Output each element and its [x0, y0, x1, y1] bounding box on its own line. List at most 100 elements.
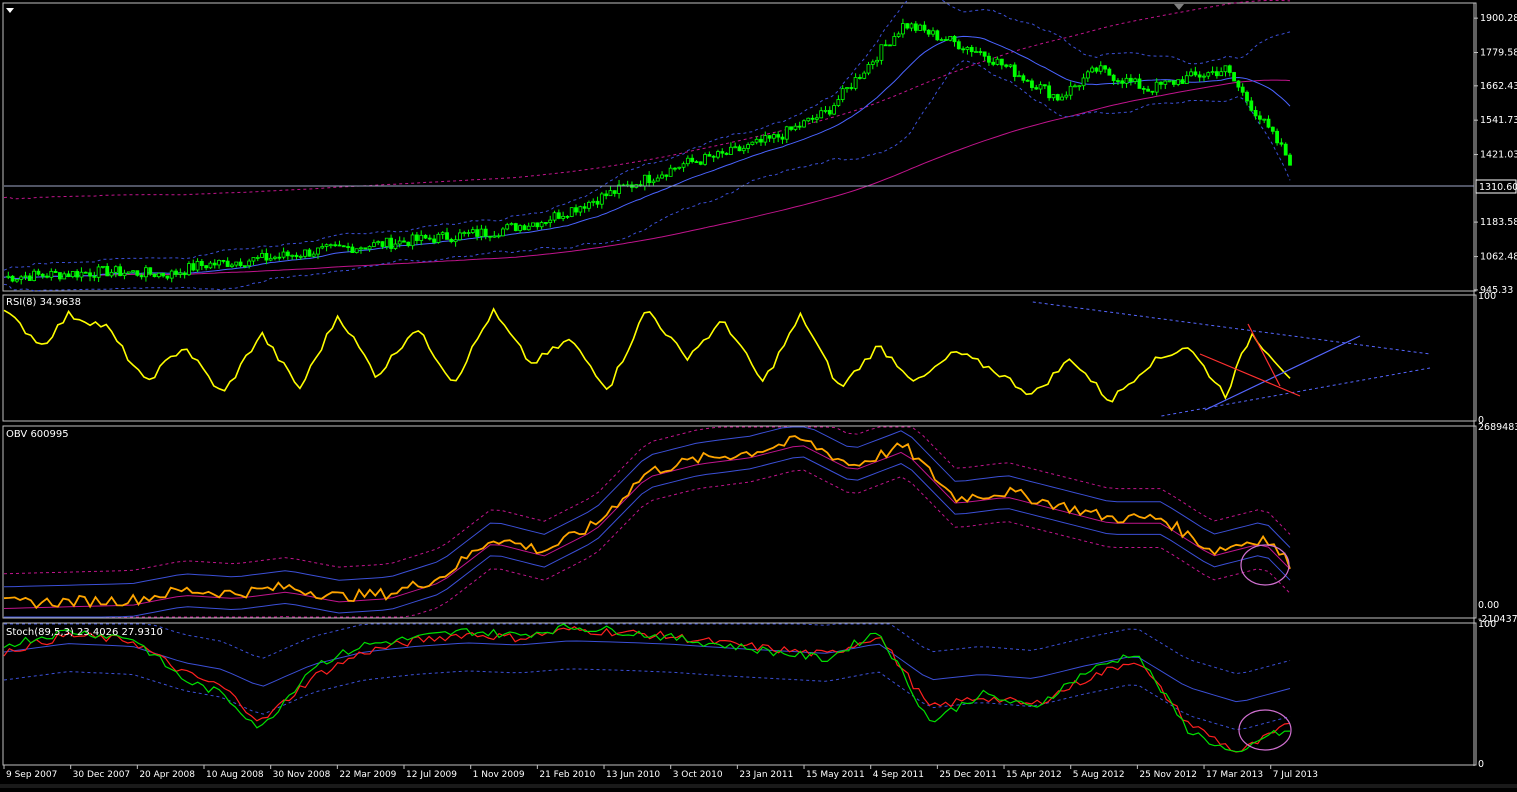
- price-candle: [999, 58, 1004, 66]
- price-candle: [544, 222, 548, 224]
- price-candle: [944, 39, 948, 41]
- price-candle: [320, 246, 325, 249]
- price-candle: [642, 174, 647, 187]
- price-candle: [251, 257, 256, 262]
- price-candle: [1288, 154, 1292, 166]
- price-candle: [913, 23, 918, 31]
- price-candle: [40, 273, 45, 277]
- price-candle: [470, 229, 475, 233]
- chart-window[interactable]: 1900.28 1779.58 1662.43 1541.73 1421.03 1183.…: [0, 0, 1517, 788]
- price-candle: [952, 36, 957, 43]
- price-candle: [1017, 75, 1021, 78]
- price-candle: [238, 261, 243, 267]
- price-candle: [23, 275, 28, 278]
- price-candle: [492, 235, 497, 238]
- price-candle: [458, 232, 462, 241]
- price-candle: [1180, 79, 1185, 84]
- price-candle: [359, 247, 363, 250]
- price-candle: [1210, 71, 1215, 74]
- price-candle: [118, 266, 123, 277]
- price-candle: [1257, 115, 1262, 120]
- price-candle: [161, 272, 166, 277]
- price-candle: [802, 120, 806, 128]
- horizontal-scrollbar[interactable]: [0, 784, 1517, 788]
- price-candle: [58, 272, 62, 280]
- price-candle: [1025, 79, 1030, 82]
- price-candle: [1197, 74, 1202, 78]
- price-candle: [230, 264, 234, 267]
- price-candle: [1171, 80, 1176, 85]
- price-candle: [1232, 72, 1236, 82]
- time-tick-label: 22 Mar 2009: [339, 770, 396, 780]
- price-candle: [771, 134, 776, 139]
- price-candle: [225, 260, 230, 267]
- price-candle: [1012, 64, 1017, 77]
- price-candle: [556, 212, 561, 219]
- time-tick-label: 30 Dec 2007: [73, 770, 131, 780]
- price-candle: [1176, 79, 1181, 85]
- price-candle: [6, 275, 11, 278]
- chart-canvas[interactable]: 1900.28 1779.58 1662.43 1541.73 1421.03 1183.…: [0, 0, 1517, 788]
- price-candle: [1214, 71, 1219, 77]
- price-candle: [918, 24, 923, 31]
- price-candle: [221, 260, 226, 262]
- price-candle: [961, 48, 966, 51]
- rsi-ytick-label: 100: [1478, 291, 1496, 302]
- time-tick-label: 10 Aug 2008: [206, 770, 264, 780]
- price-candle: [591, 200, 596, 203]
- price-candle: [909, 23, 914, 29]
- price-candle: [784, 126, 789, 140]
- price-candle: [298, 255, 303, 258]
- price-candle: [513, 223, 518, 231]
- price-candle: [698, 161, 703, 165]
- price-candle: [604, 193, 609, 197]
- price-candle: [1098, 65, 1103, 72]
- price-candle: [1030, 80, 1034, 88]
- price-candle: [664, 174, 669, 177]
- price-candle: [1034, 87, 1039, 90]
- price-candle: [307, 249, 312, 257]
- price-candle: [823, 109, 828, 112]
- price-candle: [337, 244, 342, 247]
- price-candle: [423, 234, 428, 239]
- price-candle: [1047, 85, 1052, 99]
- price-candle: [139, 274, 144, 278]
- time-tick-label: 25 Dec 2011: [939, 770, 997, 780]
- price-candle: [27, 275, 32, 281]
- price-candle: [741, 147, 746, 152]
- time-tick-label: 4 Sep 2011: [873, 770, 924, 780]
- price-candle: [113, 266, 118, 273]
- stoch-ytick-label: 0: [1478, 759, 1484, 770]
- price-candle: [346, 246, 350, 248]
- price-candle: [948, 36, 953, 41]
- price-candle: [462, 232, 467, 234]
- price-candle: [1051, 94, 1056, 99]
- stoch-ytick-label: 100: [1478, 619, 1496, 630]
- price-candle: [427, 237, 432, 240]
- price-candle: [1223, 65, 1228, 73]
- price-candle: [311, 253, 316, 257]
- price-candle: [466, 232, 471, 234]
- price-candle: [1202, 75, 1206, 78]
- price-candle: [746, 144, 750, 149]
- price-ytick-label: 1183.58: [1480, 217, 1517, 228]
- price-ytick-label: 1779.58: [1480, 47, 1517, 58]
- time-tick-label: 7 Jul 2013: [1273, 770, 1318, 780]
- price-candle: [518, 225, 523, 231]
- price-candle: [931, 30, 935, 35]
- price-candle: [750, 141, 755, 145]
- price-candle: [901, 23, 905, 35]
- price-candle: [277, 256, 282, 259]
- price-candle: [733, 146, 738, 149]
- price-candle: [1266, 118, 1271, 128]
- price-candle: [1245, 91, 1249, 102]
- price-candle: [814, 117, 819, 120]
- price-candle: [36, 270, 41, 275]
- time-tick-label: 9 Sep 2007: [6, 770, 57, 780]
- price-candle: [88, 272, 92, 277]
- price-candle: [109, 271, 114, 277]
- price-candle: [1150, 90, 1155, 93]
- price-candle: [66, 273, 71, 278]
- price-candle: [707, 154, 712, 157]
- stoch-title: Stoch(89,5,3) 23.4026 27.9310: [6, 627, 163, 638]
